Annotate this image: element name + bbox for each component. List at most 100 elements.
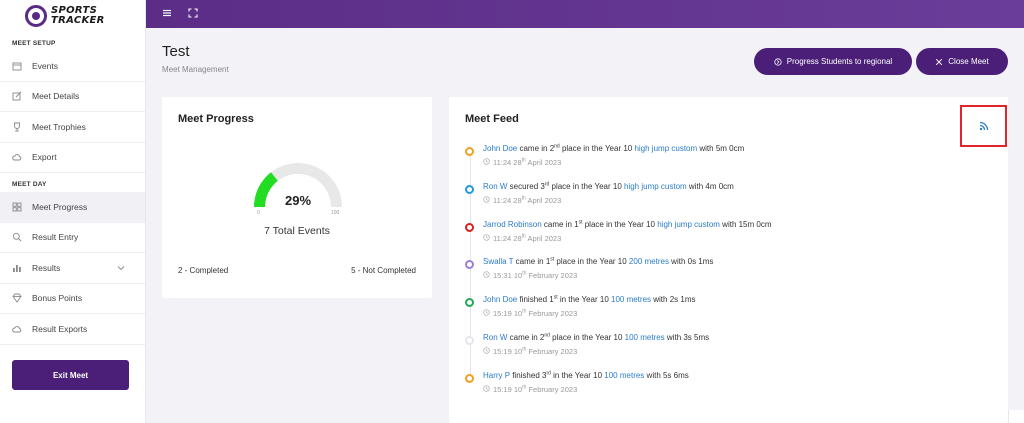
feed-text: Ron W secured 3rd place in the Year 10 h… xyxy=(483,182,734,191)
feed-post: with 15m 0cm xyxy=(719,219,772,229)
feed-mid: place in the Year 10 xyxy=(554,257,629,267)
feed-post: with 4m 0cm xyxy=(686,181,734,191)
page-subtitle: Meet Management xyxy=(162,65,229,74)
time-post: February 2023 xyxy=(526,309,578,319)
sidebar-item-label: Result Entry xyxy=(32,232,79,243)
event-link[interactable]: high jump custom xyxy=(634,144,697,153)
completed-count: 2 - Completed xyxy=(178,266,229,275)
close-meet-label: Close Meet xyxy=(948,57,989,66)
rss-feed-button[interactable] xyxy=(960,105,1007,147)
feed-pre: finished 1 xyxy=(517,295,554,305)
gauge-max-label: 100 xyxy=(331,210,340,216)
feed-post: with 2s 1ms xyxy=(651,295,696,305)
sidebar: SPORTS TRACKER MEET SETUP Events Meet De… xyxy=(0,0,146,423)
sidebar-item-label: Bonus Points xyxy=(32,293,83,304)
feed-mid: in the Year 10 xyxy=(557,295,611,305)
diamond-icon xyxy=(12,293,22,304)
feed-mid: place in the Year 10 xyxy=(549,181,624,191)
athlete-link[interactable]: Swalla T xyxy=(483,257,513,266)
sidebar-item-result-entry[interactable]: Result Entry xyxy=(0,223,145,253)
page-title: Test xyxy=(162,43,190,60)
clock-icon xyxy=(483,385,490,394)
feed-mid: in the Year 10 xyxy=(550,370,605,380)
time-pre: 11:24 28 xyxy=(493,195,522,205)
gauge-percent: 29% xyxy=(284,193,312,208)
time-post: April 2023 xyxy=(525,233,562,243)
sidebar-item-result-exports[interactable]: Result Exports xyxy=(0,314,145,345)
feed-text: John Doe came in 2nd place in the Year 1… xyxy=(483,144,744,153)
calendar-icon xyxy=(12,61,22,71)
time-post: February 2023 xyxy=(526,271,578,281)
progress-students-label: Progress Students to regional xyxy=(786,57,893,66)
grid-icon xyxy=(12,202,22,212)
event-link[interactable]: high jump custom xyxy=(657,220,720,229)
trophy-icon xyxy=(12,122,22,132)
cloud-upload-icon xyxy=(12,324,22,334)
close-icon xyxy=(936,58,943,65)
meet-progress-card: Meet Progress 29% 0 100 7 Total Events 2… xyxy=(162,97,432,298)
athlete-link[interactable]: Ron W xyxy=(483,182,507,191)
sidebar-item-meet-trophies[interactable]: Meet Trophies xyxy=(0,112,145,143)
cloud-upload-icon xyxy=(12,152,22,162)
exit-meet-button[interactable]: Exit Meet xyxy=(12,360,129,390)
athlete-link[interactable]: John Doe xyxy=(483,295,517,304)
clock-icon xyxy=(483,309,490,318)
sidebar-item-label: Meet Details xyxy=(32,91,80,102)
athlete-link[interactable]: John Doe xyxy=(483,144,517,153)
edit-icon xyxy=(12,91,22,101)
sidebar-item-label: Events xyxy=(32,60,58,71)
feed-text: John Doe finished 1st in the Year 10 100… xyxy=(483,295,696,304)
brand-logo[interactable]: SPORTS TRACKER xyxy=(0,0,145,32)
sidebar-item-bonus-points[interactable]: Bonus Points xyxy=(0,284,145,314)
top-bar xyxy=(146,0,1024,28)
close-meet-button[interactable]: Close Meet xyxy=(916,48,1008,75)
chevron-down-icon[interactable] xyxy=(117,264,125,272)
athlete-link[interactable]: Ron W xyxy=(483,333,507,342)
scrollbar-corner xyxy=(1008,410,1024,423)
sidebar-item-label: Meet Progress xyxy=(32,201,88,212)
event-link[interactable]: 100 metres xyxy=(604,371,644,380)
rss-icon xyxy=(979,121,988,131)
clock-icon xyxy=(483,158,490,167)
feed-pre: secured 3 xyxy=(507,181,545,191)
feed-timestamp: 15:19 10th February 2023 xyxy=(483,347,577,356)
sidebar-item-label: Export xyxy=(32,152,57,163)
event-link[interactable]: 100 metres xyxy=(611,295,651,304)
feed-text: Ron W came in 2nd place in the Year 10 1… xyxy=(483,333,709,342)
clock-icon xyxy=(483,271,490,280)
feed-dot xyxy=(465,222,474,232)
feed-post: with 5s 6ms xyxy=(644,370,689,380)
feed-timestamp: 11:24 28th April 2023 xyxy=(483,234,561,243)
fullscreen-icon[interactable] xyxy=(188,8,200,20)
clock-icon xyxy=(483,196,490,205)
feed-pre: came in 1 xyxy=(513,257,551,267)
feed-pre: came in 2 xyxy=(507,333,545,342)
progress-students-button[interactable]: Progress Students to regional xyxy=(754,48,912,75)
event-link[interactable]: 100 metres xyxy=(625,333,665,342)
feed-text: Swalla T came in 1st place in the Year 1… xyxy=(483,257,713,266)
section-meet-setup: MEET SETUP xyxy=(12,40,56,47)
event-link[interactable]: 200 metres xyxy=(629,257,669,266)
sidebar-item-export[interactable]: Export xyxy=(0,143,145,173)
feed-dot xyxy=(465,336,474,345)
time-pre: 15:19 10 xyxy=(493,347,523,356)
feed-mid: place in the Year 10 xyxy=(559,144,635,153)
bar-chart-icon xyxy=(12,263,22,273)
sidebar-item-meet-progress[interactable]: Meet Progress xyxy=(0,192,145,223)
time-post: February 2023 xyxy=(526,384,578,394)
feed-pre: came in 1 xyxy=(541,219,579,229)
athlete-link[interactable]: Jarrod Robinson xyxy=(483,220,542,229)
feed-mid: place in the Year 10 xyxy=(582,219,658,229)
event-link[interactable]: high jump custom xyxy=(624,182,687,191)
feed-text: Jarrod Robinson came in 1st place in the… xyxy=(483,219,772,229)
menu-icon[interactable] xyxy=(162,8,174,20)
clock-icon xyxy=(483,347,490,356)
sidebar-item-events[interactable]: Events xyxy=(0,51,145,82)
search-icon xyxy=(12,232,22,242)
sidebar-item-results[interactable]: Results xyxy=(0,253,145,284)
logo-icon xyxy=(25,5,47,27)
brand-line2: TRACKER xyxy=(51,15,105,26)
sidebar-item-meet-details[interactable]: Meet Details xyxy=(0,82,145,112)
time-pre: 15:19 10 xyxy=(493,309,523,319)
athlete-link[interactable]: Harry P xyxy=(483,371,510,380)
